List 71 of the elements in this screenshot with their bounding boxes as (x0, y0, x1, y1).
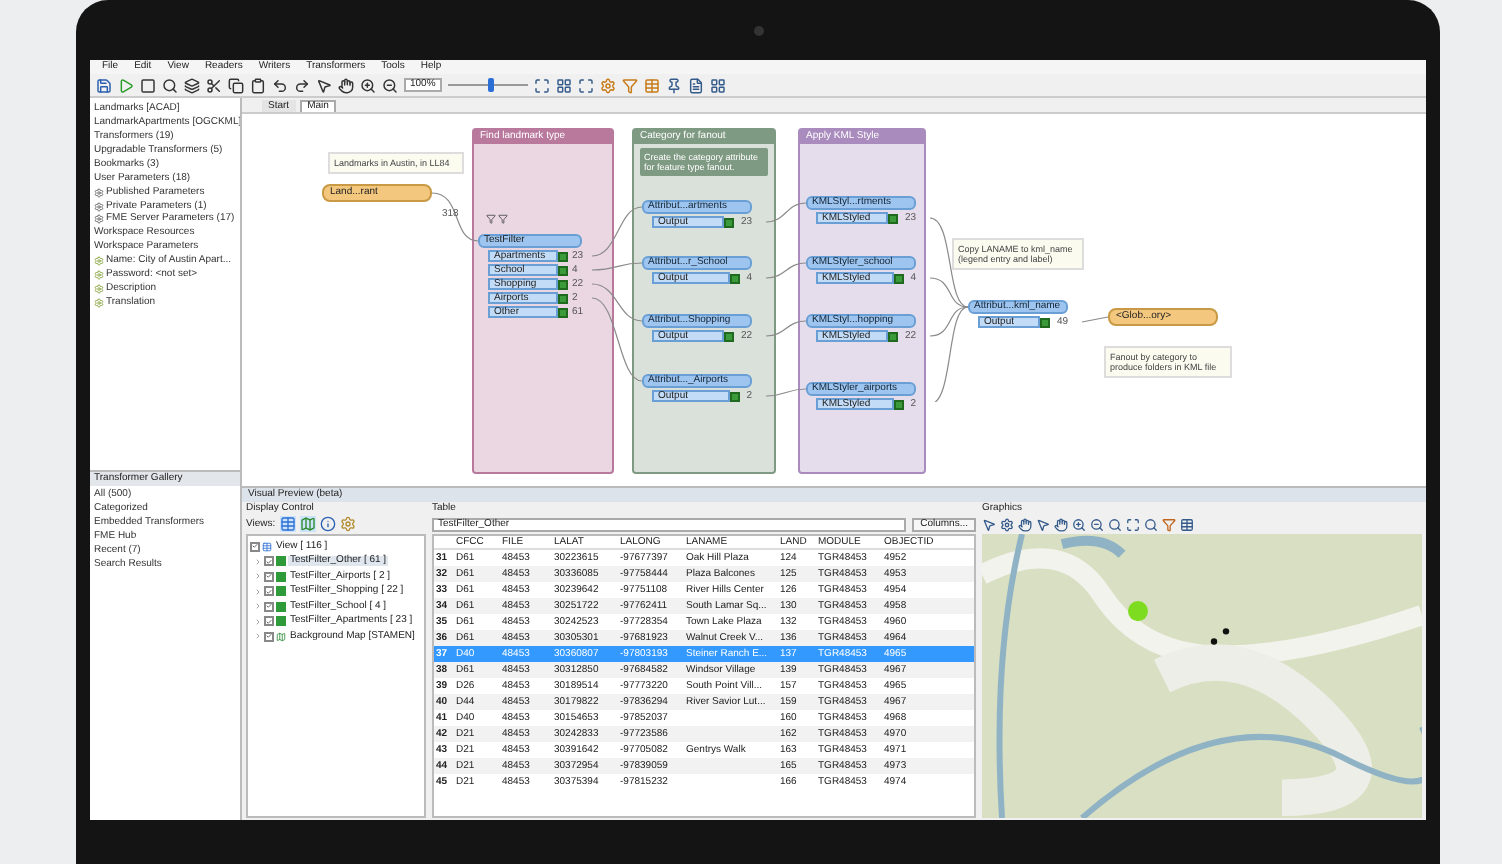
setting-icon (94, 283, 104, 294)
stop-icon[interactable] (140, 77, 156, 93)
connector-line (432, 192, 479, 242)
fit-icon[interactable] (533, 77, 550, 93)
connector-line (765, 320, 807, 337)
inspect-icon[interactable] (1144, 517, 1158, 531)
pin-icon[interactable] (665, 77, 682, 93)
search-icon[interactable] (1108, 517, 1122, 531)
output-port-icon (894, 273, 905, 283)
pointer-icon[interactable] (982, 517, 996, 531)
fit-icon[interactable] (1126, 517, 1140, 531)
table-icon[interactable] (643, 77, 660, 93)
paste-icon[interactable] (250, 77, 266, 93)
layer-checkbox[interactable] (264, 631, 274, 641)
connector-line (765, 388, 807, 397)
connector-line (1081, 316, 1109, 323)
zoom-out-icon[interactable] (1090, 517, 1104, 531)
layers-icon[interactable] (184, 77, 200, 93)
settings-icon[interactable] (339, 516, 356, 532)
redo-icon[interactable] (294, 77, 310, 93)
copy-icon[interactable] (228, 77, 244, 93)
output-port-icon (888, 331, 899, 341)
inspect-icon[interactable] (162, 77, 178, 93)
undo-icon[interactable] (272, 77, 288, 93)
pointer-icon[interactable] (316, 77, 332, 93)
output-port-icon (888, 213, 899, 223)
output-port-icon (894, 399, 905, 409)
layer-checkbox[interactable] (264, 616, 274, 626)
table-icon[interactable] (1180, 517, 1194, 531)
funnel-icon[interactable] (1162, 517, 1176, 531)
zoom-slider[interactable] (447, 78, 528, 92)
map-layer-icon (276, 631, 286, 641)
map-view-icon[interactable] (299, 516, 316, 532)
layer-checkbox[interactable] (264, 601, 274, 611)
save-icon[interactable] (96, 77, 112, 93)
funnel-icon[interactable] (621, 77, 638, 93)
align-icon[interactable] (709, 77, 726, 93)
hand-icon[interactable] (1018, 517, 1032, 531)
zoom-in-icon[interactable] (360, 77, 376, 93)
expand-icon[interactable] (577, 77, 594, 93)
layer-checkbox[interactable] (264, 586, 274, 596)
setting-icon (94, 297, 104, 308)
layer-checkbox[interactable] (264, 571, 274, 581)
connector-line (765, 202, 807, 223)
grid-icon[interactable] (555, 77, 572, 93)
output-port-icon (730, 391, 741, 401)
output-port-icon (724, 217, 735, 227)
camera-icon (753, 25, 763, 35)
run-icon[interactable] (118, 77, 134, 93)
info-icon[interactable] (319, 516, 336, 532)
layer-checkbox[interactable] (250, 541, 260, 551)
view-icon (262, 541, 272, 551)
cut-icon[interactable] (206, 77, 222, 93)
output-port-icon (1040, 317, 1051, 327)
hand-icon[interactable] (338, 77, 354, 93)
document-icon[interactable] (687, 77, 704, 93)
output-port-icon (724, 331, 735, 341)
table-view-icon[interactable] (279, 516, 296, 532)
pan-icon[interactable] (1054, 517, 1068, 531)
connector-line (591, 206, 643, 257)
settings-icon[interactable] (1000, 517, 1014, 531)
parameter-icon (94, 187, 104, 198)
slider-thumb[interactable] (488, 78, 495, 92)
output-port-icon (730, 273, 741, 283)
connector-line (765, 262, 807, 279)
layer-checkbox[interactable] (264, 556, 274, 566)
zoom-out-icon[interactable] (382, 77, 398, 93)
select-icon[interactable] (1036, 517, 1050, 531)
zoom-in-icon[interactable] (1072, 517, 1086, 531)
settings-icon[interactable] (599, 77, 616, 93)
connector-line (591, 262, 643, 271)
